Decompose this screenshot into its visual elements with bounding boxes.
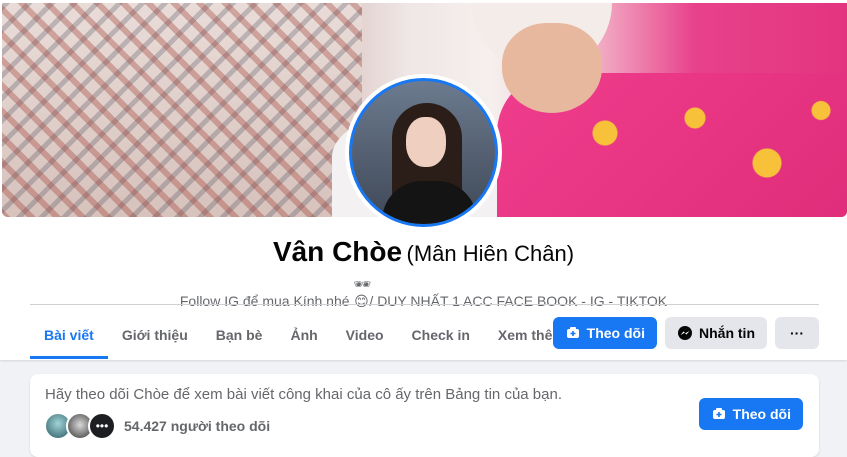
header-divider — [30, 304, 819, 305]
cover-face — [502, 23, 602, 113]
tab-photos[interactable]: Ảnh — [276, 312, 331, 358]
follow-prompt-button-label: Theo dõi — [732, 406, 791, 422]
profile-header: Vân Chòe (Mân Hiên Chân) Follow IG để mu… — [0, 0, 847, 360]
profile-alternate-name: (Mân Hiên Chân) — [406, 241, 575, 266]
more-options-button[interactable]: ··· — [775, 317, 819, 349]
followers-count[interactable]: 54.427 người theo dõi — [124, 418, 270, 434]
profile-avatar-ring[interactable] — [345, 74, 502, 231]
profile-tabs: Bài viết Giới thiệu Bạn bè Ảnh Video Che… — [30, 312, 579, 359]
profile-name: Vân Chòe — [272, 236, 403, 267]
message-button-label: Nhắn tin — [699, 325, 755, 341]
cover-blanket-pattern — [2, 3, 362, 217]
tab-check-in[interactable]: Check in — [398, 312, 484, 358]
followers-summary[interactable]: ••• 54.427 người theo dõi — [44, 412, 270, 440]
follow-prompt-text: Hãy theo dõi Chòe để xem bài viết công k… — [45, 386, 562, 403]
profile-name-row: Vân Chòe (Mân Hiên Chân) — [0, 236, 847, 268]
tab-about[interactable]: Giới thiệu — [108, 312, 202, 358]
follow-button[interactable]: Theo dõi — [552, 317, 657, 349]
profile-avatar[interactable] — [349, 78, 498, 227]
follow-icon — [711, 406, 727, 422]
follow-prompt-card: Hãy theo dõi Chòe để xem bài viết công k… — [30, 374, 819, 457]
profile-actions: Theo dõi Nhắn tin ··· — [552, 317, 819, 349]
tab-videos[interactable]: Video — [332, 312, 398, 358]
follow-button-label: Theo dõi — [586, 325, 645, 341]
follow-prompt-button[interactable]: Theo dõi — [698, 398, 803, 430]
follow-icon — [565, 325, 581, 341]
more-followers-icon: ••• — [88, 412, 116, 440]
message-button[interactable]: Nhắn tin — [665, 317, 767, 349]
bio-extra: / DUY NHẤT 1 ACC FACE BOOK - IG - TIKTOK — [369, 293, 668, 309]
tab-friends[interactable]: Bạn bè — [202, 312, 277, 358]
more-icon: ··· — [790, 325, 804, 341]
tab-posts[interactable]: Bài viết — [30, 312, 108, 359]
avatar-face — [406, 117, 446, 167]
messenger-icon — [677, 325, 693, 341]
bio-text: Follow IG để mua Kính nhé — [179, 293, 350, 309]
